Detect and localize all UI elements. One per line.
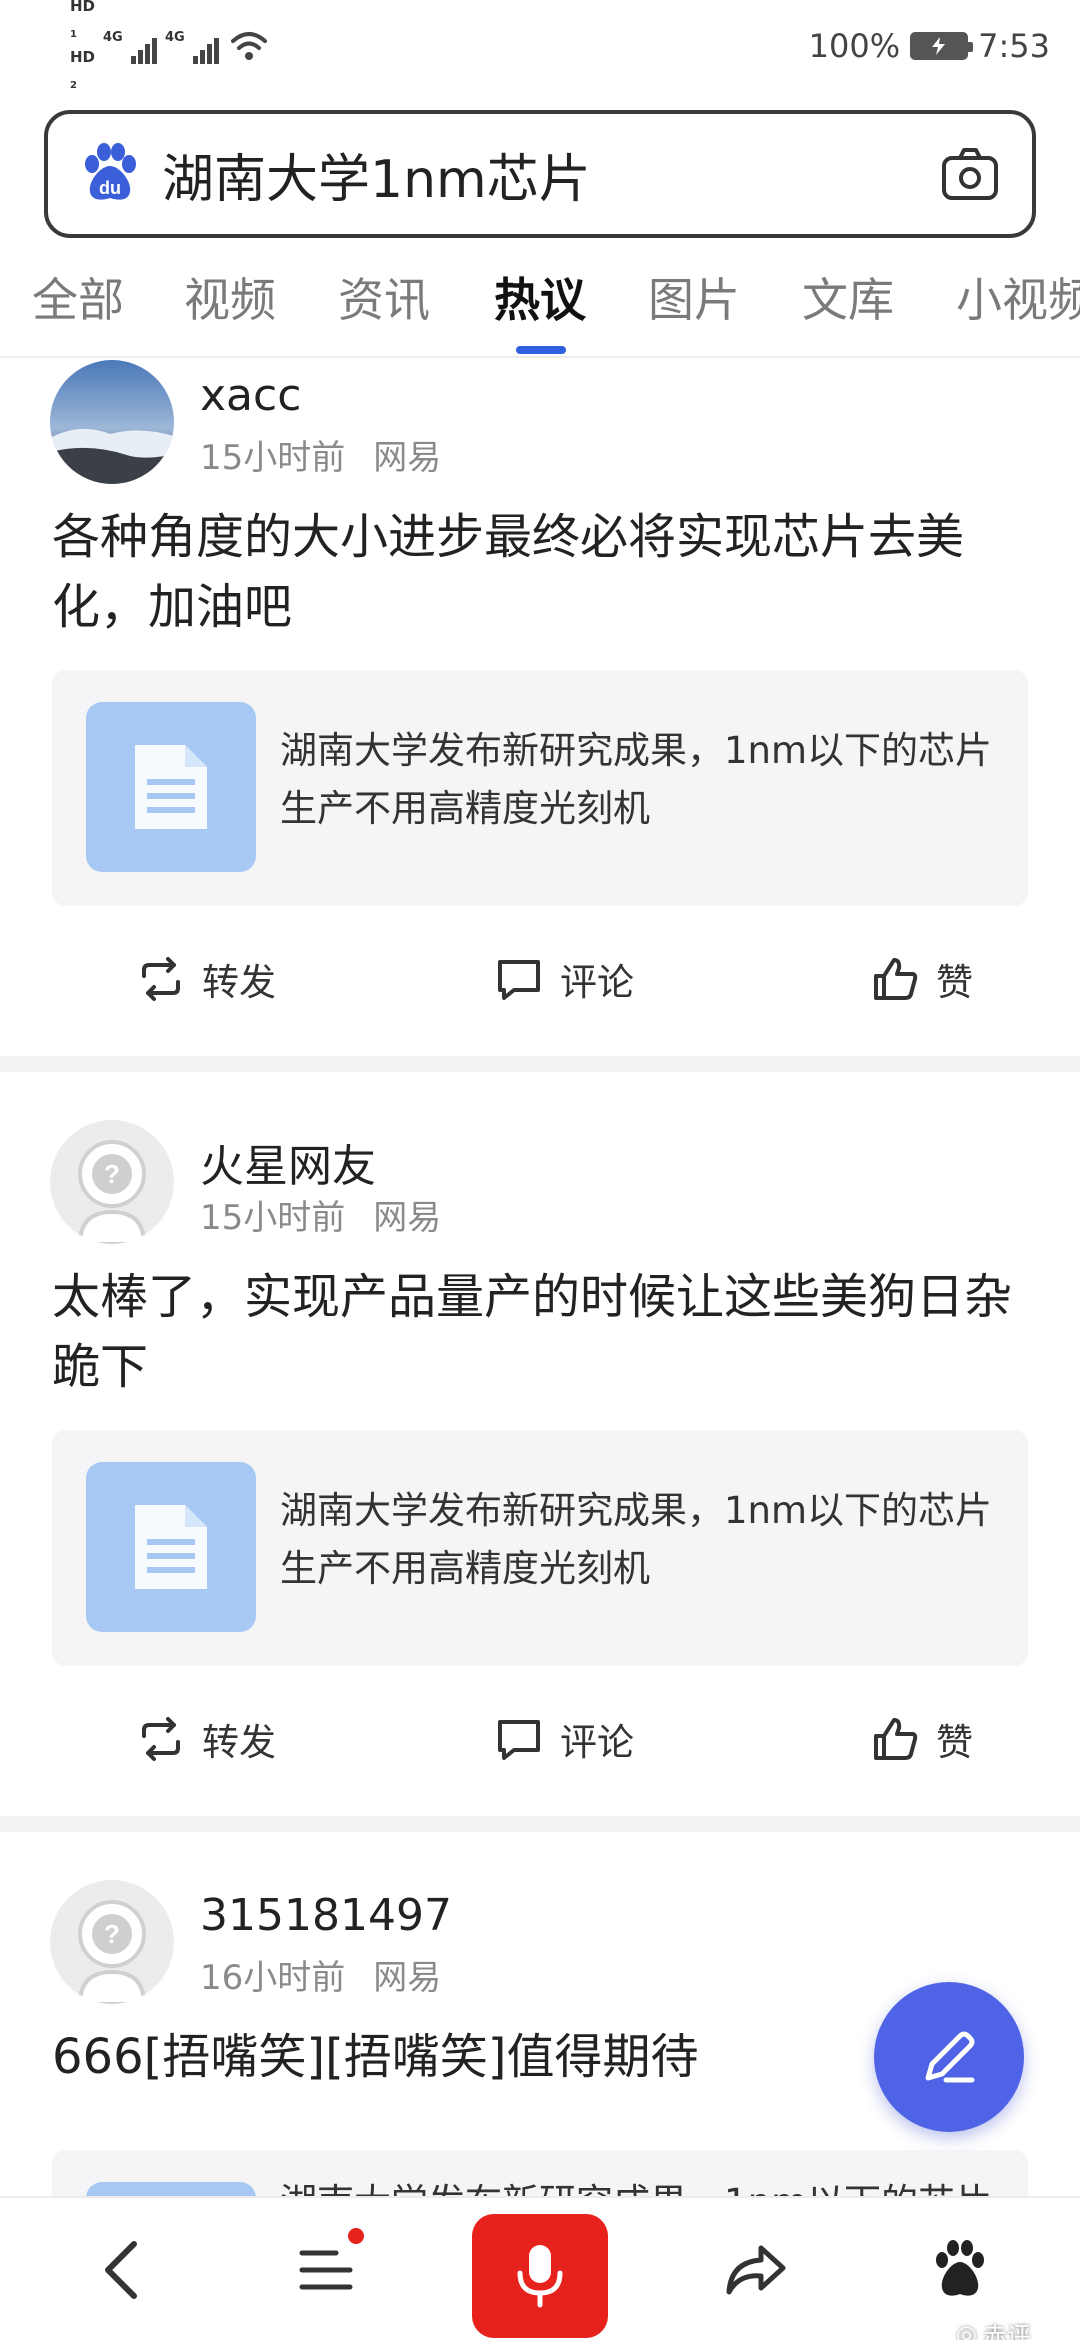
- svg-text:?: ?: [104, 1919, 120, 1949]
- wechat-icon: ◎: [956, 2319, 977, 2340]
- repost-icon: [142, 957, 180, 1001]
- tab-short-video[interactable]: 小视频: [956, 264, 1080, 330]
- menu-button[interactable]: [290, 2228, 364, 2306]
- post-item: ? 火星网友 15小时前 网易 太棒了，实现产品量产的时候让这些美狗日杂跪下 湖南…: [0, 1120, 1080, 1812]
- status-bar: HD 1 HD 2 4G 4G 100% 7:53: [0, 0, 1080, 96]
- tab-library[interactable]: 文库: [802, 264, 894, 330]
- linked-article-card[interactable]: 湖南大学发布新研究成果，1nm以下的芯片生产不用高精度光刻机: [52, 1430, 1028, 1666]
- post-meta: 15小时前 网易: [200, 430, 441, 479]
- search-query[interactable]: 湖南大学1nm芯片: [162, 137, 938, 212]
- tab-video[interactable]: 视频: [184, 264, 276, 330]
- signal-icon: 4G: [103, 28, 158, 64]
- username[interactable]: 315181497: [200, 1890, 452, 1941]
- document-icon: [86, 2182, 256, 2196]
- username[interactable]: 火星网友: [200, 1130, 376, 1194]
- svg-text:?: ?: [104, 1159, 120, 1189]
- network-type: 4G: [165, 30, 185, 45]
- repost-icon: [142, 1717, 180, 1761]
- post-source: 网易: [373, 1198, 442, 1238]
- wifi-icon: [231, 32, 268, 60]
- hd-indicator: HD 1 HD 2: [70, 0, 96, 91]
- notification-dot: [348, 2228, 364, 2244]
- article-title: 湖南大学发布新研究成果，1nm以下的芯片生产不用高精度光刻机: [280, 729, 993, 830]
- thumbs-up-icon: [874, 958, 918, 1000]
- share-arrow-icon: [726, 2245, 786, 2295]
- post-text: 太棒了，实现产品量产的时候让这些美狗日杂跪下: [52, 1269, 1013, 1395]
- linked-article-card[interactable]: 湖南大学发布新研究成果，1nm以下的芯片生产不用高精度光刻机: [52, 670, 1028, 906]
- document-icon: [86, 702, 256, 872]
- comment-button[interactable]: 评论: [494, 1712, 634, 1766]
- svg-text:du: du: [99, 178, 121, 198]
- repost-button[interactable]: 转发: [136, 1712, 276, 1766]
- compose-button[interactable]: [874, 1982, 1024, 2132]
- post-meta: 16小时前 网易: [200, 1950, 441, 1999]
- avatar[interactable]: ?: [50, 1880, 174, 2004]
- post-actions: 转发 评论 赞: [0, 1712, 1080, 1792]
- status-left: HD 1 HD 2 4G 4G: [70, 0, 269, 91]
- baidu-paw-logo-icon: du: [85, 143, 136, 200]
- comment-icon: [498, 1720, 540, 1760]
- comment-button[interactable]: 评论: [494, 952, 634, 1006]
- search-box[interactable]: du 湖南大学1nm芯片: [44, 110, 1036, 238]
- article-title: 湖南大学发布新研究成果，1nm以下的芯片生产不用高精度光刻机: [280, 2174, 1000, 2196]
- signal-icon: 4G: [165, 28, 220, 64]
- post-text: 各种角度的大小进步最终必将实现芯片去美化，加油吧: [52, 509, 965, 635]
- microphone-icon: [517, 2245, 563, 2308]
- camera-icon[interactable]: [938, 142, 1002, 206]
- post-source: 网易: [373, 438, 442, 478]
- menu-icon: [299, 2250, 353, 2290]
- tab-indicator: [516, 346, 566, 354]
- comment-icon: [498, 960, 540, 1000]
- voice-search-button[interactable]: [472, 2214, 608, 2338]
- back-button[interactable]: [86, 2234, 158, 2306]
- baidu-home-button[interactable]: [920, 2228, 1000, 2308]
- post-item: xacc 15小时前 网易 各种角度的大小进步最终必将实现芯片去美化，加油吧 湖南…: [0, 360, 1080, 1052]
- network-type: 4G: [103, 30, 123, 45]
- avatar[interactable]: ?: [50, 1120, 174, 1244]
- divider: [0, 1816, 1080, 1832]
- pencil-icon: [925, 2031, 975, 2083]
- tab-all[interactable]: 全部: [32, 264, 124, 330]
- share-button[interactable]: [720, 2234, 792, 2306]
- post-time: 15小时前: [200, 438, 346, 478]
- battery-percent: 100%: [808, 27, 901, 65]
- like-button[interactable]: 赞: [870, 1712, 973, 1766]
- chevron-left-icon: [105, 2241, 137, 2299]
- username[interactable]: xacc: [200, 370, 301, 421]
- tab-images[interactable]: 图片: [648, 264, 740, 330]
- post-time: 15小时前: [200, 1198, 346, 1238]
- post-time: 16小时前: [200, 1958, 346, 1998]
- tab-hot-discussion[interactable]: 热议: [494, 264, 586, 330]
- clock: 7:53: [978, 27, 1050, 65]
- article-title: 湖南大学发布新研究成果，1nm以下的芯片生产不用高精度光刻机: [280, 1489, 993, 1590]
- document-icon: [86, 1462, 256, 1632]
- avatar[interactable]: [50, 360, 174, 484]
- watermark: ◎ 赤评: [956, 2316, 1031, 2340]
- battery-icon: [910, 32, 974, 60]
- post-source: 网易: [373, 1958, 442, 1998]
- thumbs-up-icon: [874, 1718, 918, 1760]
- linked-article-card[interactable]: 湖南大学发布新研究成果，1nm以下的芯片生产不用高精度光刻机: [52, 2150, 1028, 2196]
- status-right: 100% 7:53: [809, 22, 1050, 70]
- repost-button[interactable]: 转发: [136, 952, 276, 1006]
- category-tabs: 全部 视频 资讯 热议 图片 文库 小视频: [0, 250, 1080, 358]
- post-actions: 转发 评论 赞: [0, 952, 1080, 1032]
- bottom-nav: [0, 2196, 1080, 2340]
- divider: [0, 1056, 1080, 1072]
- post-meta: 15小时前 网易: [200, 1190, 441, 1239]
- paw-icon: [936, 2240, 984, 2296]
- tab-news[interactable]: 资讯: [338, 264, 430, 330]
- like-button[interactable]: 赞: [870, 952, 973, 1006]
